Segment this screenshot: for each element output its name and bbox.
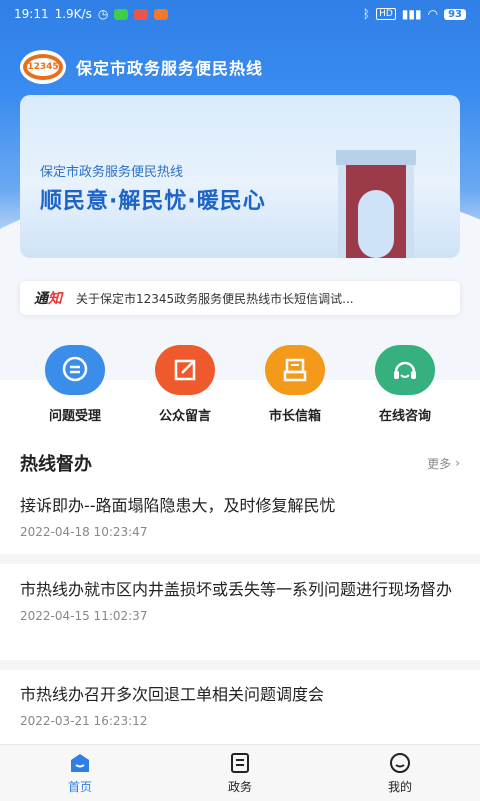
hero-banner[interactable]: 保定市政务服务便民热线 顺民意·解民忧·暖民心 [20, 95, 460, 258]
wechat-icon [114, 8, 129, 20]
news-date: 2022-03-21 16:23:12 [20, 714, 148, 728]
divider [0, 660, 480, 670]
headset-icon [375, 345, 435, 395]
app-header: 12345 保定市政务服务便民热线 [20, 50, 263, 84]
app-logo: 12345 [20, 50, 66, 84]
action-public-message[interactable]: 公众留言 [130, 345, 240, 424]
notice-text: 关于保定市12345政务服务便民热线市长短信调试... [76, 291, 354, 306]
quick-actions: 问题受理 公众留言 市长信箱 在线咨询 [20, 345, 460, 424]
news-date: 2022-04-18 10:23:47 [20, 525, 148, 539]
hd-icon: HD [376, 8, 396, 20]
tab-government[interactable]: 政务 [160, 745, 320, 801]
status-bar: 19:11 1.9K/s ◷ ᛒ HD ▮▮▮ ◠ 93 [0, 0, 480, 28]
banner-slogan: 顺民意·解民忧·暖民心 [40, 189, 266, 214]
action-label: 问题受理 [48, 409, 101, 424]
news-item[interactable]: 市热线办召开多次回退工单相关问题调度会 2022-03-21 16:23:12 [20, 682, 460, 728]
news-date: 2022-04-15 11:02:37 [20, 609, 148, 623]
action-problem-accept[interactable]: 问题受理 [20, 345, 130, 424]
status-time: 19:11 [14, 7, 49, 21]
signal-icon: ▮▮▮ [401, 7, 422, 21]
notice-bar[interactable]: 通知 关于保定市12345政务服务便民热线市长短信调试... [20, 281, 460, 315]
action-mayor-mailbox[interactable]: 市长信箱 [240, 345, 350, 424]
document-icon [231, 752, 249, 773]
chevron-right-icon: › [455, 456, 460, 470]
action-label: 市长信箱 [268, 409, 321, 424]
tab-home[interactable]: 首页 [0, 745, 160, 801]
section-header: 热线督办 更多 › [20, 450, 460, 476]
tab-mine[interactable]: 我的 [320, 745, 480, 801]
battery-indicator: 93 [444, 8, 466, 20]
divider [0, 554, 480, 564]
bluetooth-icon: ᛒ [362, 7, 371, 21]
section-title: 热线督办 [20, 454, 92, 475]
alarm-icon: ◷ [97, 7, 109, 21]
app-notify-icon-2 [154, 8, 169, 20]
wifi-icon: ◠ [427, 7, 439, 21]
action-label: 在线咨询 [378, 409, 431, 424]
chat-bubble-icon [45, 345, 105, 395]
news-title: 接诉即办--路面塌陷隐患大，及时修复解民忧 [20, 496, 336, 515]
news-item[interactable]: 市热线办就市区内井盖损坏或丢失等一系列问题进行现场督办 2022-04-15 1… [20, 577, 460, 623]
edit-icon [155, 345, 215, 395]
smile-icon [390, 752, 410, 773]
status-speed: 1.9K/s [54, 7, 92, 21]
home-icon [71, 753, 89, 772]
news-item[interactable]: 接诉即办--路面塌陷隐患大，及时修复解民忧 2022-04-18 10:23:4… [20, 493, 460, 539]
news-title: 市热线办就市区内井盖损坏或丢失等一系列问题进行现场督办 [20, 580, 453, 599]
app-title: 保定市政务服务便民热线 [76, 59, 264, 78]
banner-subtitle: 保定市政务服务便民热线 [40, 165, 184, 180]
notice-tag: 通知 [34, 291, 62, 307]
bottom-tab-bar: 首页 政务 我的 [0, 744, 480, 801]
news-title: 市热线办召开多次回退工单相关问题调度会 [20, 685, 325, 704]
arch-monument-image [336, 150, 416, 258]
more-link[interactable]: 更多 › [427, 455, 460, 472]
app-notify-icon [134, 8, 149, 20]
action-online-consult[interactable]: 在线咨询 [350, 345, 460, 424]
mailbox-icon [265, 345, 325, 395]
action-label: 公众留言 [158, 409, 211, 424]
